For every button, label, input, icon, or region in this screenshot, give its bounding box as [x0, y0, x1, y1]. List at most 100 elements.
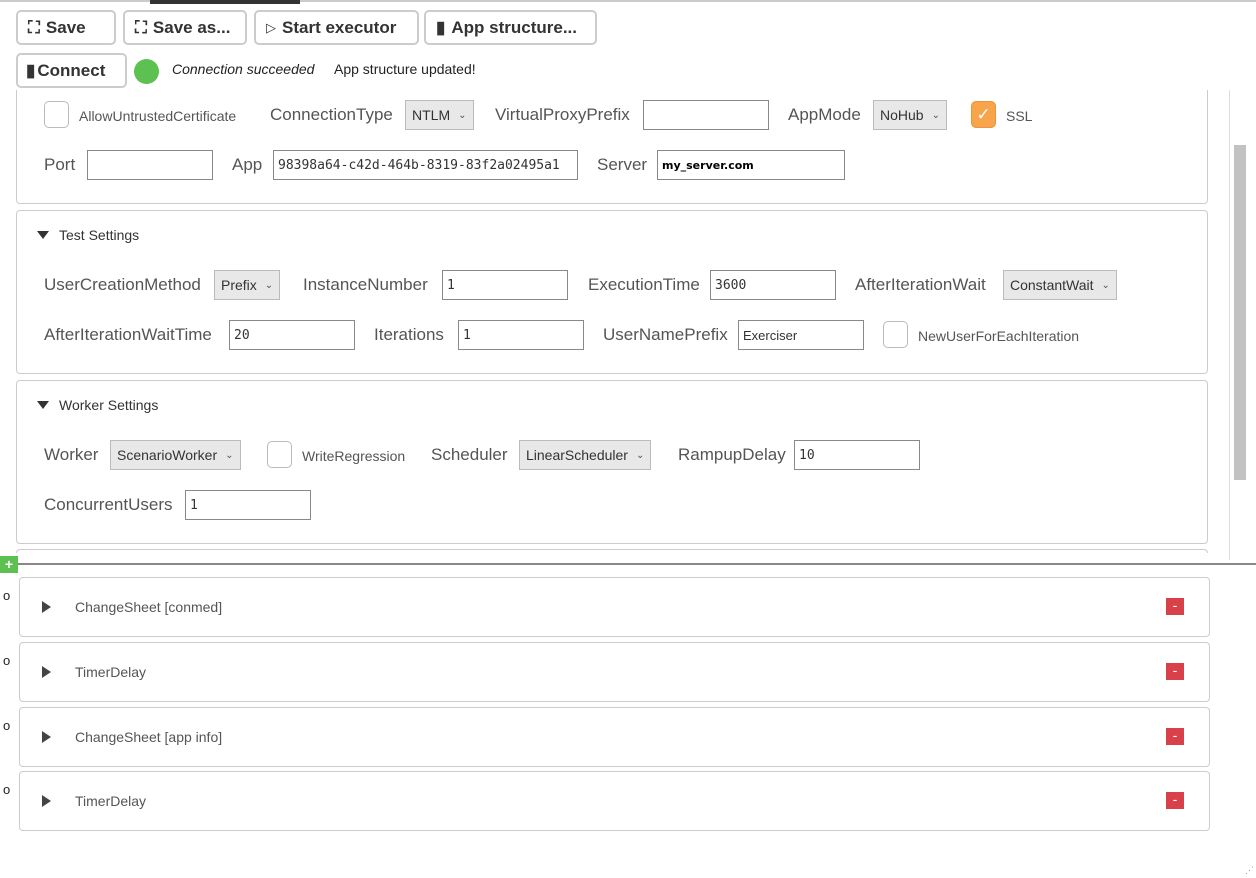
bar-chart-icon: ▮ — [436, 17, 446, 37]
start-executor-label: Start executor — [282, 17, 397, 37]
user-creation-select[interactable]: Prefix ⌄ — [214, 270, 281, 300]
play-icon: ▷ — [266, 19, 276, 35]
new-user-label: NewUserForEachIteration — [918, 328, 1080, 344]
virtual-proxy-label: VirtualProxyPrefix — [495, 105, 630, 124]
scroll-track — [1229, 90, 1230, 560]
save-button[interactable]: ⛶ Save — [16, 10, 116, 45]
iterations-input[interactable]: 1 — [458, 320, 584, 350]
allow-untrusted-label: AllowUntrustedCertificate — [79, 108, 237, 124]
chevron-down-icon: ⌄ — [264, 279, 274, 291]
virtual-proxy-input[interactable] — [643, 100, 769, 130]
port-label: Port — [44, 155, 76, 174]
connection-type-value: NTLM — [412, 107, 451, 123]
concurrent-users-input[interactable]: 1 — [185, 490, 311, 520]
active-tab-indicator — [150, 0, 300, 4]
chevron-down-icon: ⌄ — [635, 449, 645, 461]
app-mode-select[interactable]: NoHub ⌄ — [873, 100, 947, 130]
resize-handle[interactable]: ⋰ — [1245, 865, 1254, 876]
worker-select[interactable]: ScenarioWorker ⌄ — [110, 440, 241, 470]
user-creation-label: UserCreationMethod — [44, 275, 201, 294]
chevron-down-icon: ⌄ — [1101, 279, 1110, 291]
user-creation-value: Prefix — [221, 277, 257, 293]
connection-type-select[interactable]: NTLM ⌄ — [405, 100, 474, 130]
step-name: ChangeSheet [conmed] — [75, 599, 223, 615]
after-wait-value: ConstantWait — [1010, 277, 1094, 293]
app-mode-label: AppMode — [788, 105, 861, 124]
ssl-checkbox[interactable]: ✓ — [971, 101, 996, 128]
worker-value: ScenarioWorker — [117, 447, 218, 463]
step-name: ChangeSheet [app info] — [75, 729, 223, 745]
new-user-checkbox[interactable] — [883, 321, 908, 348]
save-as-icon: ⛶ — [135, 17, 147, 37]
connection-status-indicator — [134, 59, 159, 84]
save-label: Save — [45, 17, 86, 37]
app-status-text: App structure updated! — [334, 61, 476, 77]
connection-type-label: ConnectionType — [270, 105, 393, 124]
save-as-label: Save as... — [152, 17, 231, 37]
exec-time-input[interactable]: 3600 — [710, 270, 836, 300]
remove-step-button[interactable]: - — [1166, 598, 1184, 615]
test-settings-header[interactable]: Test Settings — [37, 227, 139, 243]
instance-input[interactable]: 1 — [442, 270, 568, 300]
prefix-input[interactable]: Exerciser — [738, 320, 864, 350]
start-executor-button[interactable]: ▷ Start executor — [254, 10, 419, 45]
allow-untrusted-checkbox[interactable] — [44, 101, 69, 128]
port-input[interactable] — [87, 150, 213, 180]
write-regression-label: WriteRegression — [302, 448, 406, 464]
after-wait-time-input[interactable]: 20 — [229, 320, 355, 350]
caret-down-icon — [37, 401, 49, 409]
chevron-down-icon: ⌄ — [931, 109, 940, 121]
ssl-label: SSL — [1006, 108, 1033, 124]
server-input[interactable]: my_server.com — [657, 150, 845, 180]
write-regression-checkbox[interactable] — [267, 441, 292, 468]
add-step-button[interactable]: + — [0, 556, 18, 573]
after-wait-label: AfterIterationWait — [855, 275, 986, 294]
step-marker: o — [3, 718, 11, 733]
worker-settings-header[interactable]: Worker Settings — [37, 397, 158, 413]
worker-settings-panel: Worker Settings Worker ScenarioWorker ⌄ W… — [16, 380, 1208, 544]
chevron-down-icon: ⌄ — [458, 109, 467, 121]
caret-down-icon — [37, 231, 49, 239]
rampup-label: RampupDelay — [678, 445, 786, 464]
step-name: TimerDelay — [75, 793, 147, 809]
caret-right-icon[interactable] — [42, 666, 51, 678]
connect-label: Connect — [37, 60, 106, 80]
remove-step-button[interactable]: - — [1166, 663, 1184, 680]
splitter[interactable] — [0, 563, 1256, 565]
collapsed-panel — [16, 549, 1208, 553]
step-name: TimerDelay — [75, 664, 147, 680]
step-marker: o — [3, 782, 11, 797]
bar-chart-icon: ▮ — [26, 60, 36, 80]
rampup-input[interactable]: 10 — [794, 440, 920, 470]
iterations-label: Iterations — [374, 325, 444, 344]
caret-right-icon[interactable] — [42, 731, 51, 743]
app-label: App — [232, 155, 263, 174]
remove-step-button[interactable]: - — [1166, 728, 1184, 745]
step-item[interactable]: ChangeSheet [app info] - — [19, 707, 1210, 767]
server-label: Server — [597, 155, 648, 174]
instance-label: InstanceNumber — [303, 275, 428, 294]
worker-label: Worker — [44, 445, 99, 464]
connect-button[interactable]: ▮ Connect — [16, 53, 127, 88]
step-marker: o — [3, 653, 11, 668]
worker-settings-title: Worker Settings — [59, 397, 159, 413]
step-item[interactable]: TimerDelay - — [19, 642, 1210, 702]
scheduler-select[interactable]: LinearScheduler ⌄ — [519, 440, 652, 470]
step-item[interactable]: TimerDelay - — [19, 771, 1210, 831]
save-icon: ⛶ — [28, 17, 40, 37]
app-structure-button[interactable]: ▮ App structure... — [424, 10, 597, 45]
check-icon: ✓ — [976, 105, 991, 124]
remove-step-button[interactable]: - — [1166, 792, 1184, 809]
scrollbar-thumb[interactable] — [1234, 145, 1246, 480]
step-item[interactable]: ChangeSheet [conmed] - — [19, 577, 1210, 637]
concurrent-users-label: ConcurrentUsers — [44, 495, 173, 514]
test-settings-panel: Test Settings UserCreationMethod Prefix ⌄… — [16, 210, 1208, 374]
save-as-button[interactable]: ⛶ Save as... — [123, 10, 247, 45]
prefix-label: UserNamePrefix — [603, 325, 728, 344]
after-wait-select[interactable]: ConstantWait ⌄ — [1003, 270, 1117, 300]
caret-right-icon[interactable] — [42, 601, 51, 613]
scheduler-label: Scheduler — [431, 445, 508, 464]
app-input[interactable]: 98398a64-c42d-464b-8319-83f2a02495a1 — [273, 150, 578, 180]
chevron-down-icon: ⌄ — [225, 449, 234, 461]
caret-right-icon[interactable] — [42, 795, 51, 807]
